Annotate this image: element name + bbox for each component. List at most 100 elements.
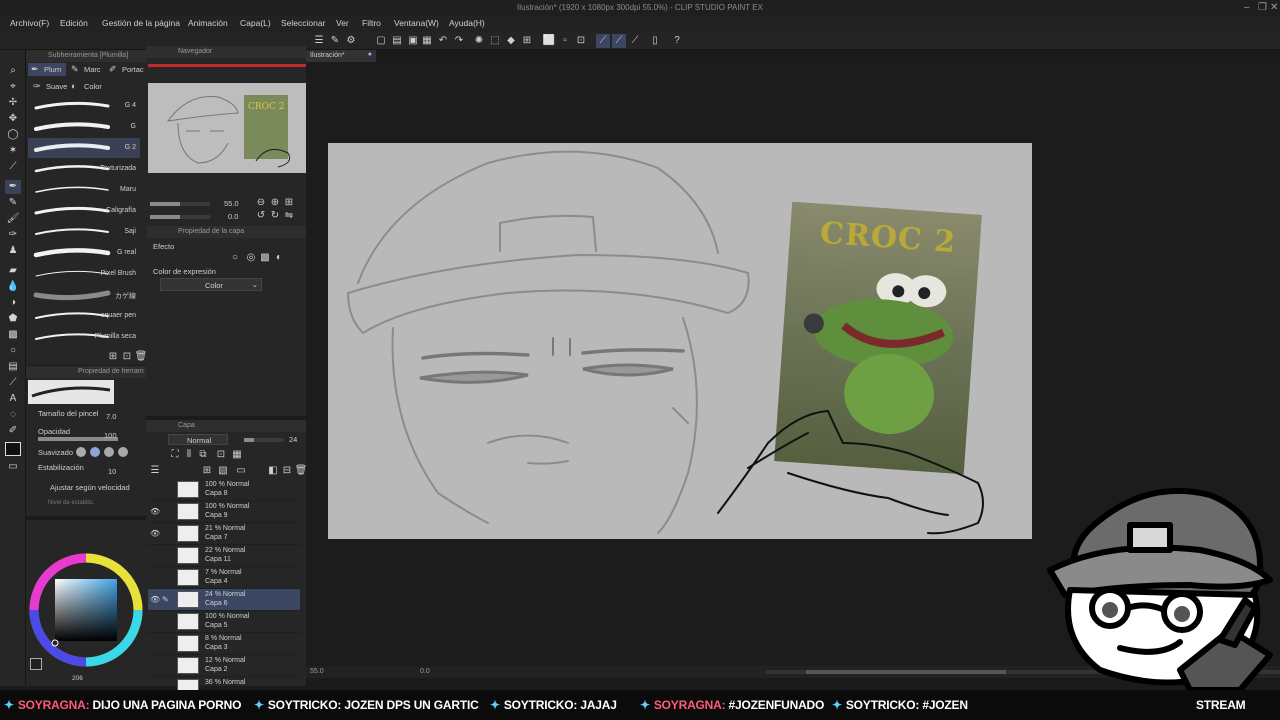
new-file-icon[interactable]: ▢ (374, 34, 388, 48)
menu-capa[interactable]: Capa(L) (240, 18, 271, 28)
eraser-tool-icon[interactable]: ▰ (5, 264, 21, 278)
effect-pattern-icon[interactable]: ▩ (258, 251, 272, 265)
minimize-icon[interactable]: – (1244, 2, 1250, 13)
lasso-tool-icon[interactable]: ✢ (5, 96, 21, 110)
layer-row[interactable]: 👁 ✎ 24 % Normal Capa 6 (148, 589, 300, 611)
visibility-eye-icon[interactable]: 👁 (150, 507, 160, 517)
menu-ventana[interactable]: Ventana(W) (394, 18, 439, 28)
menu-archivo[interactable]: Archivo(F) (10, 18, 49, 28)
snap-special-ruler-icon[interactable]: ⟋ (612, 34, 626, 48)
subtool-copy-icon[interactable]: ⊞ (106, 350, 120, 364)
new-folder-icon[interactable]: ▭ (234, 464, 248, 478)
flip-icon[interactable]: ⇋ (282, 209, 296, 223)
brush-g2[interactable]: G 2 (28, 138, 140, 158)
text-tool-icon[interactable]: A (5, 392, 21, 406)
crop-icon[interactable]: ⊡ (574, 34, 588, 48)
ruler-tool-icon[interactable]: ⟋ (5, 376, 21, 390)
sub-color-swatch[interactable] (30, 658, 42, 670)
brush-g-real[interactable]: G real (28, 243, 140, 263)
gradient-tool-icon[interactable]: ▩ (5, 328, 21, 342)
color-wheel[interactable] (26, 520, 146, 686)
brush-kage[interactable]: カゲ線 (28, 285, 140, 305)
tab-portaminas[interactable]: ✐ Portac (106, 63, 146, 76)
move-tool-icon[interactable]: ✥ (5, 112, 21, 126)
zoom-tool-icon[interactable]: ⌕ (5, 64, 21, 78)
new-vector-layer-icon[interactable]: ▧ (216, 464, 230, 478)
opacity-value[interactable]: 100 (104, 431, 117, 440)
blend-mode-select[interactable]: Normal (168, 434, 228, 445)
save-icon[interactable]: ▣ (406, 34, 420, 48)
invert-selection-icon[interactable]: ▫ (558, 34, 572, 48)
brush-tool-icon[interactable]: 🖌 (5, 212, 21, 226)
visibility-eye-icon[interactable]: 👁 (150, 595, 160, 605)
visibility-eye-icon[interactable] (150, 573, 160, 583)
menu-ver[interactable]: Ver (336, 18, 349, 28)
layer-draft-icon[interactable]: ⊡ (214, 448, 228, 462)
menu-filtro[interactable]: Filtro (362, 18, 381, 28)
menu-animacion[interactable]: Animación (188, 18, 228, 28)
layer-ref-icon[interactable]: ⧉ (196, 448, 210, 462)
layer-palette-icon[interactable]: ▦ (230, 448, 244, 462)
visibility-eye-icon[interactable] (150, 551, 160, 561)
visibility-eye-icon[interactable] (150, 661, 160, 671)
subtab-suave[interactable]: ✑ Suave (30, 80, 68, 93)
fill-tool-icon[interactable]: ◑ (5, 296, 21, 310)
status-angle[interactable]: 0.0 (420, 668, 430, 675)
zoom-out-icon[interactable]: ⊖ (254, 196, 268, 210)
status-zoom[interactable]: 55.0 (310, 668, 324, 675)
clear-icon[interactable]: ⬚ (488, 34, 502, 48)
rotate-right-icon[interactable]: ↻ (268, 209, 282, 223)
layer-opacity-value[interactable]: 24 (289, 435, 297, 444)
layer-row[interactable]: 👁 21 % Normal Capa 7 (148, 523, 300, 545)
brush-pixel[interactable]: Pixel Brush (28, 264, 140, 284)
layer-row[interactable]: 100 % Normal Capa 5 (148, 611, 300, 633)
brush-caligrafia[interactable]: Caligrafía (28, 201, 140, 221)
merge-layer-icon[interactable]: ⊟ (280, 464, 294, 478)
layer-row[interactable]: 12 % Normal Capa 2 (148, 655, 300, 677)
menu-ayuda[interactable]: Ayuda(H) (449, 18, 485, 28)
document-tab[interactable]: Ilustración* ● (306, 50, 376, 62)
export-icon[interactable]: ▦ (420, 34, 434, 48)
airbrush-tool-icon[interactable]: ✑ (5, 228, 21, 242)
frame-tool-icon[interactable]: ▤ (5, 360, 21, 374)
effect-color-icon[interactable]: ◐ (272, 251, 286, 265)
brush-squaer-pen[interactable]: squaer pen (28, 306, 140, 326)
brush-g[interactable]: G (28, 117, 140, 137)
brush-size-value[interactable]: 7.0 (106, 412, 116, 421)
zoom-in-icon[interactable]: ⊕ (268, 196, 282, 210)
brush-maru[interactable]: Maru (28, 180, 140, 200)
fill-icon[interactable]: ◆ (504, 34, 518, 48)
layer-row[interactable]: 8 % Normal Capa 3 (148, 633, 300, 655)
open-file-icon[interactable]: ▤ (390, 34, 404, 48)
layer-row[interactable]: 22 % Normal Capa 11 (148, 545, 300, 567)
fill-bucket-icon[interactable]: ⬟ (5, 312, 21, 326)
layer-row[interactable]: 100 % Normal Capa 8 (148, 479, 300, 501)
help-icon[interactable]: ? (670, 34, 684, 48)
smoothing-option-3[interactable] (104, 447, 114, 457)
expression-color-select[interactable]: Color ⌄ (160, 278, 262, 291)
edit-icon[interactable]: ✎ (328, 34, 342, 48)
menu-icon[interactable]: ☰ (312, 34, 326, 48)
transform-icon[interactable]: ⊞ (520, 34, 534, 48)
tablet-icon[interactable]: ▯ (648, 34, 662, 48)
nav-rotation-slider[interactable] (150, 215, 210, 219)
pencil-tool-icon[interactable]: ✎ (5, 196, 21, 210)
effect-tone-icon[interactable]: ◎ (244, 251, 258, 265)
deselect-icon[interactable]: ⬜ (542, 34, 556, 48)
nav-zoom-value[interactable]: 55.0 (224, 199, 239, 208)
layer-clip-icon[interactable]: ⫴ (182, 448, 196, 462)
layer-row[interactable]: 👁 100 % Normal Capa 9 (148, 501, 300, 523)
brush-saji[interactable]: Saji (28, 222, 140, 242)
fit-icon[interactable]: ⊞ (282, 196, 296, 210)
effect-border-icon[interactable]: ○ (228, 251, 242, 265)
visibility-eye-icon[interactable]: 👁 (150, 529, 160, 539)
smoothing-option-2[interactable] (90, 447, 100, 457)
balloon-tool-icon[interactable]: ◌ (5, 408, 21, 422)
maximize-icon[interactable]: ❐ (1258, 2, 1267, 13)
tab-close-icon[interactable]: ● (368, 51, 372, 58)
magic-wand-icon[interactable]: ✶ (5, 144, 21, 158)
nav-rotation-value[interactable]: 0.0 (228, 212, 238, 221)
redo-icon[interactable]: ↷ (452, 34, 466, 48)
layer-menu-icon[interactable]: ☰ (148, 464, 162, 478)
menu-gestion-pagina[interactable]: Gestión de la página (102, 18, 180, 28)
